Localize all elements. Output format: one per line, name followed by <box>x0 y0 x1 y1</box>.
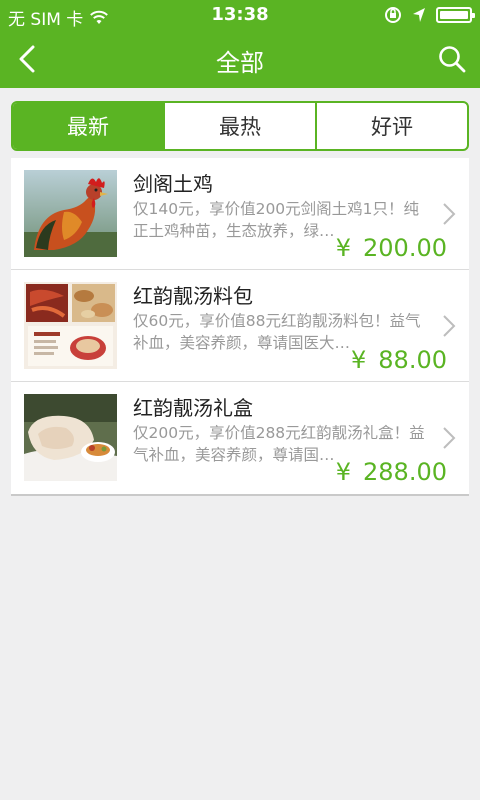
status-bar: 无 SIM 卡 13:38 <box>0 0 480 30</box>
price-value: 88.00 <box>378 346 447 374</box>
product-list: 剑阁土鸡 仅140元，享价值200元剑阁土鸡1只！纯正土鸡种苗，生态放养，绿… … <box>11 158 469 496</box>
product-price: ¥88.00 <box>351 346 447 374</box>
search-button[interactable] <box>434 41 470 77</box>
product-title: 红韵靓汤礼盒 <box>133 396 253 420</box>
product-image-rooster <box>24 170 117 257</box>
product-price: ¥288.00 <box>336 458 447 486</box>
product-title: 红韵靓汤料包 <box>133 284 253 308</box>
chevron-right-icon <box>443 315 456 337</box>
list-item[interactable]: 红韵靓汤礼盒 仅200元，享价值288元红韵靓汤礼盒！益气补血，美容养颜，尊请国… <box>11 382 469 494</box>
page-title: 全部 <box>216 49 264 77</box>
currency-symbol: ¥ <box>335 234 352 262</box>
tab-best-rated[interactable]: 好评 <box>315 103 467 149</box>
rotation-lock-icon <box>385 7 401 23</box>
tab-hottest[interactable]: 最热 <box>163 103 315 149</box>
product-price: ¥200.00 <box>336 234 447 262</box>
chevron-right-icon <box>443 203 456 225</box>
nav-bar: 全部 <box>0 30 480 88</box>
currency-symbol: ¥ <box>351 346 367 374</box>
search-icon <box>439 46 466 73</box>
currency-symbol: ¥ <box>335 458 352 486</box>
chevron-right-icon <box>443 427 456 449</box>
battery-icon <box>436 7 475 23</box>
price-value: 288.00 <box>363 458 447 486</box>
product-image-soup-package <box>24 282 117 369</box>
filter-tabs: 最新 最热 好评 <box>11 101 469 151</box>
price-value: 200.00 <box>363 234 447 262</box>
location-arrow-icon <box>413 8 425 22</box>
status-icons <box>384 6 475 24</box>
product-image-chicken-dish <box>24 394 117 481</box>
tab-latest[interactable]: 最新 <box>13 103 163 149</box>
list-item[interactable]: 剑阁土鸡 仅140元，享价值200元剑阁土鸡1只！纯正土鸡种苗，生态放养，绿… … <box>11 158 469 270</box>
list-item[interactable]: 红韵靓汤料包 仅60元，享价值88元红韵靓汤料包！益气补血，美容养颜，尊请国医大… <box>11 270 469 382</box>
product-title: 剑阁土鸡 <box>133 172 213 196</box>
